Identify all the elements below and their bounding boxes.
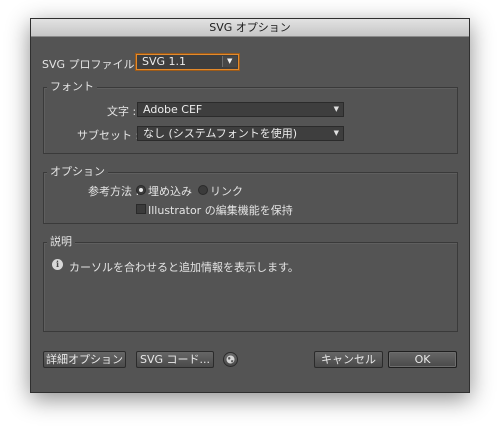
- font-group: [43, 87, 458, 154]
- type-select[interactable]: Adobe CEF ▼: [137, 102, 344, 117]
- preserve-editing-label[interactable]: Illustrator の編集機能を保持: [148, 202, 293, 218]
- web-preview-button[interactable]: [223, 352, 238, 367]
- subset-select[interactable]: なし (システムフォントを使用) ▼: [137, 126, 344, 141]
- description-group-title: 説明: [47, 236, 75, 248]
- type-label: 文字 :: [107, 105, 137, 118]
- info-icon: i: [52, 259, 63, 270]
- dropdown-arrow-icon: ▼: [222, 56, 237, 67]
- cancel-button[interactable]: キャンセル: [314, 351, 383, 368]
- subset-label: サブセット :: [77, 129, 140, 142]
- link-radio[interactable]: [198, 185, 208, 195]
- subset-select-value: なし (システムフォントを使用): [143, 127, 298, 140]
- dropdown-arrow-icon: ▼: [333, 129, 339, 137]
- link-label[interactable]: リンク: [210, 183, 243, 199]
- description-text: カーソルを合わせると追加情報を表示します。: [69, 261, 299, 274]
- globe-icon: [226, 355, 235, 364]
- profile-label: SVG プロファイル :: [42, 58, 142, 71]
- preserve-editing-checkbox[interactable]: [136, 204, 146, 214]
- reference-method-label: 参考方法 :: [88, 185, 140, 198]
- embed-label[interactable]: 埋め込み: [148, 183, 192, 199]
- font-group-title: フォント: [47, 81, 97, 93]
- advanced-options-button[interactable]: 詳細オプション: [43, 351, 126, 368]
- type-select-value: Adobe CEF: [143, 103, 203, 116]
- svg-options-dialog: SVG オプション SVG プロファイル : SVG 1.1 ▼ フォント 文字…: [30, 18, 470, 393]
- dropdown-arrow-icon: ▼: [333, 105, 339, 113]
- ok-button[interactable]: OK: [388, 351, 457, 368]
- options-group-title: オプション: [47, 166, 108, 178]
- embed-radio[interactable]: [136, 185, 146, 195]
- description-group: [43, 242, 458, 332]
- dialog-title: SVG オプション: [31, 19, 469, 37]
- profile-select-value: SVG 1.1: [142, 55, 187, 68]
- svg-code-button[interactable]: SVG コード...: [136, 351, 214, 368]
- profile-select[interactable]: SVG 1.1 ▼: [136, 54, 239, 70]
